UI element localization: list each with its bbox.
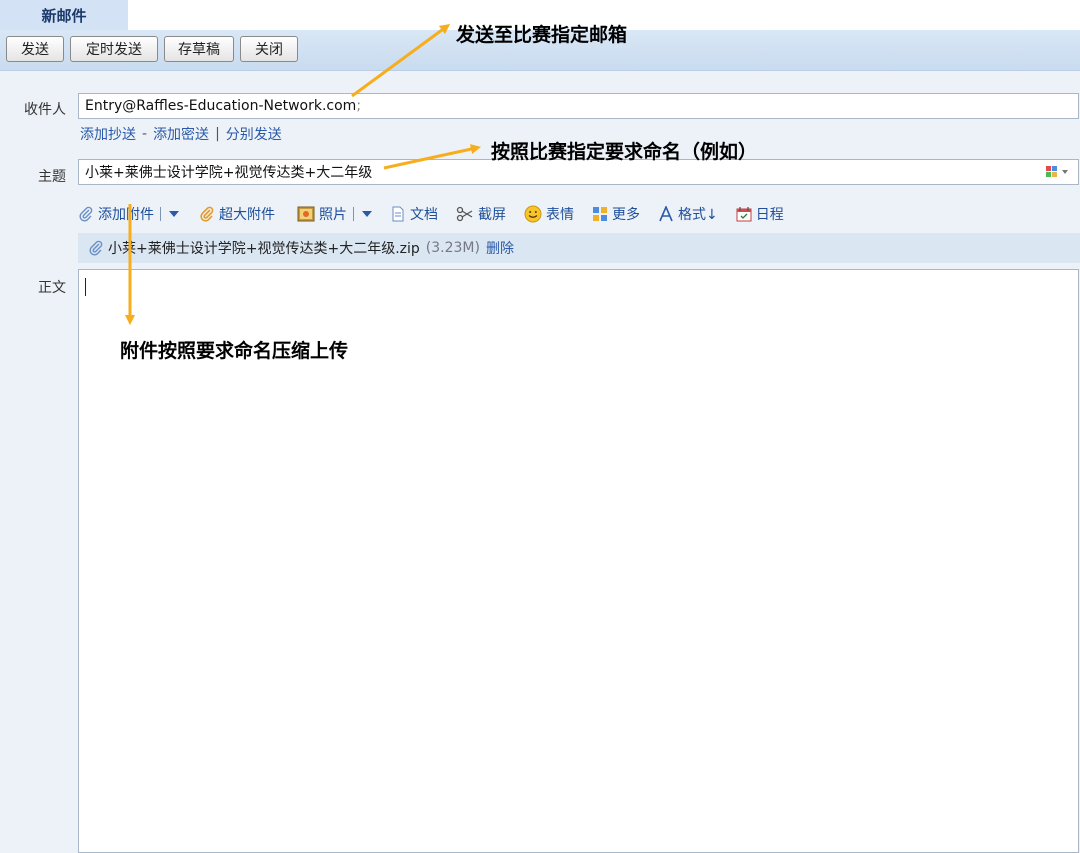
link-separator-pipe: | <box>215 126 220 142</box>
document-button[interactable]: 文档 <box>390 204 438 224</box>
add-cc-link[interactable]: 添加抄送 <box>80 124 136 144</box>
scissors-icon <box>456 206 473 222</box>
compose-form: 收件人 Entry@Raffles-Education-Network.com;… <box>0 71 1080 853</box>
scheduled-send-button[interactable]: 定时发送 <box>70 36 158 62</box>
more-label: 更多 <box>612 207 640 223</box>
large-attachment-button[interactable]: 超大附件 <box>199 204 275 224</box>
text-format-icon <box>659 206 673 222</box>
format-label: 格式↓ <box>678 207 718 223</box>
subject-options-icon[interactable] <box>1046 166 1068 178</box>
add-bcc-link[interactable]: 添加密送 <box>153 124 209 144</box>
screenshot-label: 截屏 <box>478 207 506 223</box>
delete-attachment-link[interactable]: 删除 <box>486 238 514 258</box>
more-button[interactable]: 更多 <box>592 204 640 224</box>
attachment-size: (3.23M) <box>425 240 480 256</box>
send-button[interactable]: 发送 <box>6 36 64 62</box>
to-label: 收件人 <box>24 102 66 118</box>
text-cursor <box>85 278 86 296</box>
apps-grid-icon <box>593 207 607 221</box>
photo-icon <box>297 206 315 222</box>
tab-bar: 新邮件 <box>0 0 1080 30</box>
add-attachment-label: 添加附件 <box>98 207 154 223</box>
tab-new-mail[interactable]: 新邮件 <box>0 0 128 30</box>
attachment-item: 小莱+莱佛士设计学院+视觉传达类+大二年级.zip (3.23M) 删除 <box>78 233 1080 263</box>
calendar-button[interactable]: 日程 <box>736 204 784 224</box>
calendar-label: 日程 <box>755 207 784 223</box>
separate-send-link[interactable]: 分别发送 <box>226 124 282 144</box>
format-button[interactable]: 格式↓ <box>658 204 718 224</box>
add-attachment-button[interactable]: 添加附件 <box>78 204 179 224</box>
to-field[interactable]: Entry@Raffles-Education-Network.com; <box>78 93 1079 119</box>
photo-button[interactable]: 照片 <box>297 204 372 224</box>
photo-label: 照片 <box>319 207 347 223</box>
close-button[interactable]: 关闭 <box>240 36 298 62</box>
calendar-icon <box>736 207 752 222</box>
chevron-down-icon[interactable] <box>169 211 179 217</box>
document-icon <box>392 206 404 222</box>
body-label: 正文 <box>38 280 66 296</box>
paperclip-icon <box>79 206 93 222</box>
paperclip-icon <box>89 240 103 256</box>
subject-label: 主题 <box>38 169 66 185</box>
recipient-options: 添加抄送 - 添加密送 | 分别发送 <box>80 124 282 144</box>
large-attachment-label: 超大附件 <box>219 207 275 223</box>
link-separator-dash: - <box>142 126 148 142</box>
attachment-filename: 小莱+莱佛士设计学院+视觉传达类+大二年级.zip <box>108 241 420 257</box>
screenshot-button[interactable]: 截屏 <box>456 204 506 224</box>
paperclip-orange-icon <box>200 206 214 222</box>
emoji-label: 表情 <box>546 207 574 223</box>
divider <box>160 207 161 221</box>
recipient-address: Entry@Raffles-Education-Network.com <box>85 98 357 114</box>
emoji-button[interactable]: 表情 <box>524 204 574 224</box>
subject-field[interactable]: 小莱+莱佛士设计学院+视觉传达类+大二年级 <box>78 159 1079 185</box>
attachment-toolbar: 添加附件 超大附件 照片 文档 截屏 表情 更多 格式↓ 日程 <box>78 201 802 227</box>
document-label: 文档 <box>410 207 438 223</box>
recipient-separator: ; <box>356 98 362 114</box>
chevron-down-icon[interactable] <box>362 211 372 217</box>
save-draft-button[interactable]: 存草稿 <box>164 36 234 62</box>
smiley-icon <box>524 205 542 223</box>
body-editor[interactable] <box>78 269 1079 853</box>
compose-toolbar: 发送 定时发送 存草稿 关闭 <box>0 30 1080 71</box>
subject-text: 小莱+莱佛士设计学院+视觉传达类+大二年级 <box>85 165 373 181</box>
divider <box>353 207 354 221</box>
